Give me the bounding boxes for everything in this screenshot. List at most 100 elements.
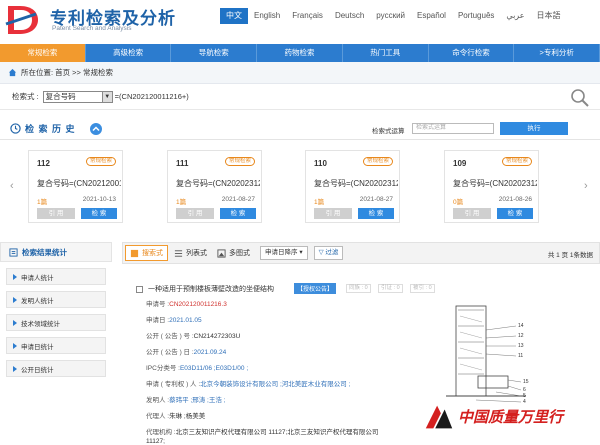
view-list-label: 列表式 <box>186 250 207 257</box>
breadcrumb: 所在位置: 首页 >> 常规检索 <box>0 62 600 84</box>
nav-navigation-search[interactable]: 导航检索 <box>171 44 258 62</box>
history-card-expr: 复合号码=(CN20202312… <box>314 179 398 188</box>
search-button[interactable]: 检 索 <box>497 208 533 219</box>
lang-ja[interactable]: 日本語 <box>531 8 567 24</box>
history-card-hits[interactable]: 1篇 <box>314 196 324 206</box>
watermark-logo-icon <box>425 405 453 429</box>
stats-item-filing-date[interactable]: 申请日统计 <box>6 337 106 354</box>
field-pub-no: 公开 ( 公告 ) 号 :CN214272303U <box>146 330 240 340</box>
stats-header: 检索结果统计 <box>0 242 112 262</box>
view-multi-image-button[interactable]: 多图式 <box>213 245 254 261</box>
stats-item-pub-date[interactable]: 公开日统计 <box>6 360 106 377</box>
lang-fr[interactable]: Français <box>286 8 329 24</box>
cite-button[interactable]: 引 用 <box>37 208 75 219</box>
lang-ru[interactable]: русский <box>370 8 411 24</box>
search-field-select[interactable]: 复合号码 ▼ <box>42 90 113 103</box>
breadcrumb-path[interactable]: 首页 >> 常规检索 <box>55 67 113 78</box>
lang-pt[interactable]: Português <box>452 8 500 24</box>
result-title[interactable]: 一种适用于预制楼板薄壁改造的坐便结构 <box>148 284 274 294</box>
citing-count[interactable]: 引证 : 0 <box>378 284 403 293</box>
cite-button[interactable]: 引 用 <box>176 208 214 219</box>
stats-item-label: 申请人统计 <box>21 274 54 282</box>
patent-drawing-image[interactable]: 14 12 13 11 15 6 5 4 <box>436 296 536 408</box>
history-card-hits[interactable]: 1篇 <box>37 196 47 206</box>
triangle-right-icon <box>13 319 17 326</box>
search-icon[interactable] <box>570 88 590 108</box>
field-value: 2021.01.05 <box>169 317 202 324</box>
search-button[interactable]: 检 索 <box>220 208 256 219</box>
history-ops-input[interactable]: 检索式运算 <box>412 123 494 134</box>
stats-title: 检索结果统计 <box>22 247 67 257</box>
nav-regular-search[interactable]: 常规检索 <box>0 44 86 62</box>
cite-button[interactable]: 引 用 <box>314 208 352 219</box>
family-count[interactable]: 同族 : 0 <box>346 284 371 293</box>
view-overview-button[interactable]: 搜索式 <box>125 245 168 261</box>
field-applicant: 申请 ( 专利权 ) 人 :北京今朝装饰设计有限公司 ;河北美匠木业有限公司 ; <box>146 378 350 388</box>
history-card-no: 111 <box>176 159 189 168</box>
field-application-date: 申请日 :2021.01.05 <box>146 314 202 324</box>
lang-de[interactable]: Deutsch <box>329 8 370 24</box>
filter-button[interactable]: ▽ 过滤 <box>313 246 344 260</box>
sort-select[interactable]: 申请日降序 ▾ <box>260 246 308 260</box>
field-agent: 代理人 :朱琳 ;杨美美 <box>146 410 205 420</box>
nav-drug-search[interactable]: 药物检索 <box>257 44 343 62</box>
filter-label: 过滤 <box>325 249 339 256</box>
result-checkbox[interactable] <box>136 286 143 293</box>
history-card-no: 109 <box>453 159 467 168</box>
history-card-hits[interactable]: 1篇 <box>176 196 186 206</box>
stats-item-applicant[interactable]: 申请人统计 <box>6 268 106 285</box>
breadcrumb-prefix: 所在位置: <box>21 68 54 77</box>
view-list-button[interactable]: 列表式 <box>170 245 211 261</box>
lang-en[interactable]: English <box>248 8 286 24</box>
history-card-no: 112 <box>37 159 50 168</box>
lang-zh[interactable]: 中文 <box>220 8 248 24</box>
field-key: 公开 ( 公告 ) 日 : <box>146 349 194 356</box>
search-expression: =(CN202120011216+) <box>114 92 189 101</box>
search-button[interactable]: 检 索 <box>81 208 117 219</box>
history-card-hits[interactable]: 0篇 <box>453 196 463 206</box>
field-value[interactable]: E03D11/06 ;E03D1/00 ; <box>180 365 248 372</box>
field-value: 2021.09.24 <box>193 349 227 356</box>
lang-ar[interactable]: عربي <box>500 8 530 24</box>
nav-advanced-search[interactable]: 高级检索 <box>86 44 172 62</box>
stats-item-label: 技术领域统计 <box>21 320 60 328</box>
execute-button[interactable]: 执行 <box>500 122 568 135</box>
history-card-expr: 复合号码=(CN20212001… <box>37 179 121 188</box>
triangle-right-icon <box>13 365 17 372</box>
main-nav: 常规检索 高级检索 导航检索 药物检索 热门工具 命令行检索 >专利分析 <box>0 44 600 62</box>
logo-icon <box>5 6 38 34</box>
nav-command-search[interactable]: 命令行检索 <box>429 44 515 62</box>
prev-arrow-icon[interactable]: ‹ <box>10 180 14 192</box>
history-cards: ‹ 112 常规检索 复合号码=(CN20212001… 1篇 2021-10-… <box>0 140 600 228</box>
field-key: 发明人 : <box>146 397 170 404</box>
nav-hot-tools[interactable]: 热门工具 <box>343 44 429 62</box>
field-application-no: 申请号 :CN202120011216.3 <box>146 298 227 308</box>
figure-label: 14 <box>518 323 524 329</box>
view-multi-label: 多图式 <box>229 250 250 257</box>
figure-label: 12 <box>518 333 524 339</box>
nav-patent-analysis[interactable]: >专利分析 <box>514 44 600 62</box>
field-value[interactable]: CN202120011216.3 <box>169 301 227 308</box>
field-value[interactable]: 北京今朝装饰设计有限公司 ;河北美匠木业有限公司 ; <box>200 381 350 388</box>
cite-button[interactable]: 引 用 <box>453 208 491 219</box>
cited-count[interactable]: 被引 : 0 <box>410 284 435 293</box>
stats-item-inventor[interactable]: 发明人统计 <box>6 291 106 308</box>
next-arrow-icon[interactable]: › <box>584 180 588 192</box>
home-icon <box>8 68 17 77</box>
collapse-history-button[interactable] <box>89 122 102 135</box>
stats-item-tech-field[interactable]: 技术领域统计 <box>6 314 106 331</box>
history-card-date: 2021-08-27 <box>221 196 255 203</box>
search-field-value: 复合号码 <box>45 91 76 101</box>
field-value[interactable]: 蔡玮平 ;邢涛 ;王浩 ; <box>169 397 225 404</box>
stats-item-label: 公开日统计 <box>21 366 54 374</box>
search-button[interactable]: 检 索 <box>358 208 394 219</box>
field-key: 申请号 : <box>146 301 170 308</box>
field-key: 公开 ( 公告 ) 号 : <box>146 333 194 340</box>
lang-es[interactable]: Español <box>411 8 452 24</box>
field-key: 申请 ( 专利权 ) 人 : <box>146 381 201 388</box>
sort-value: 申请日降序 <box>265 249 298 256</box>
field-value: 北京三友知识产权代理有限公司 11127;北京三友知识产权代理有限公司 <box>175 429 379 436</box>
history-card: 111 常规检索 复合号码=(CN20202312… 1篇 2021-08-27… <box>167 150 262 223</box>
history-title: 检 索 历 史 <box>25 124 76 134</box>
history-card-date: 2021-10-13 <box>82 196 116 203</box>
